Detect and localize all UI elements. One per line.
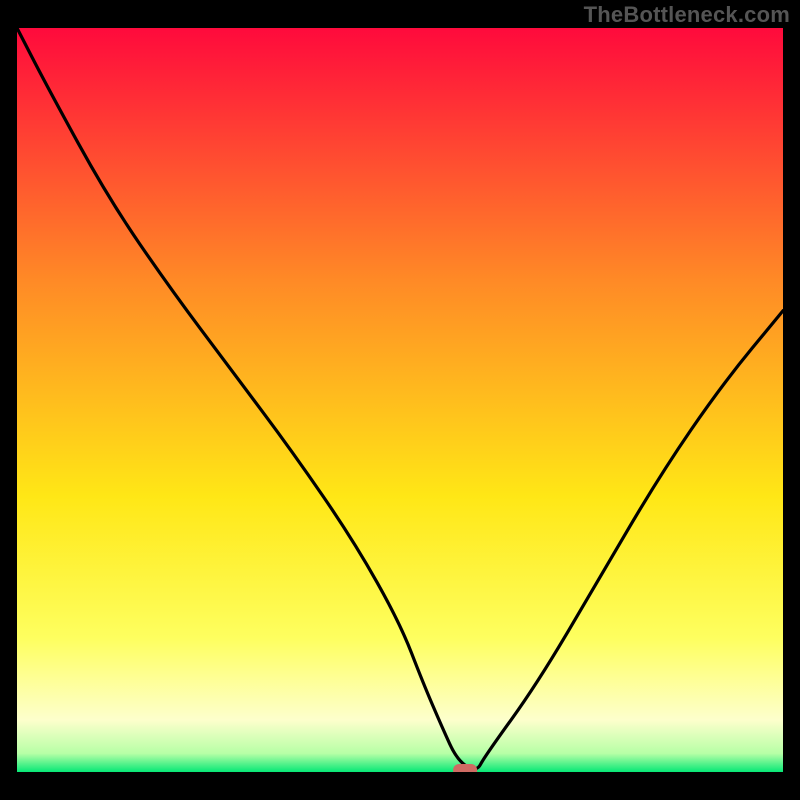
optimal-marker <box>453 764 477 772</box>
chart-frame: TheBottleneck.com <box>0 0 800 800</box>
watermark-text: TheBottleneck.com <box>584 2 790 28</box>
plot-area <box>17 28 783 772</box>
gradient-background <box>17 28 783 772</box>
bottleneck-chart <box>17 28 783 772</box>
